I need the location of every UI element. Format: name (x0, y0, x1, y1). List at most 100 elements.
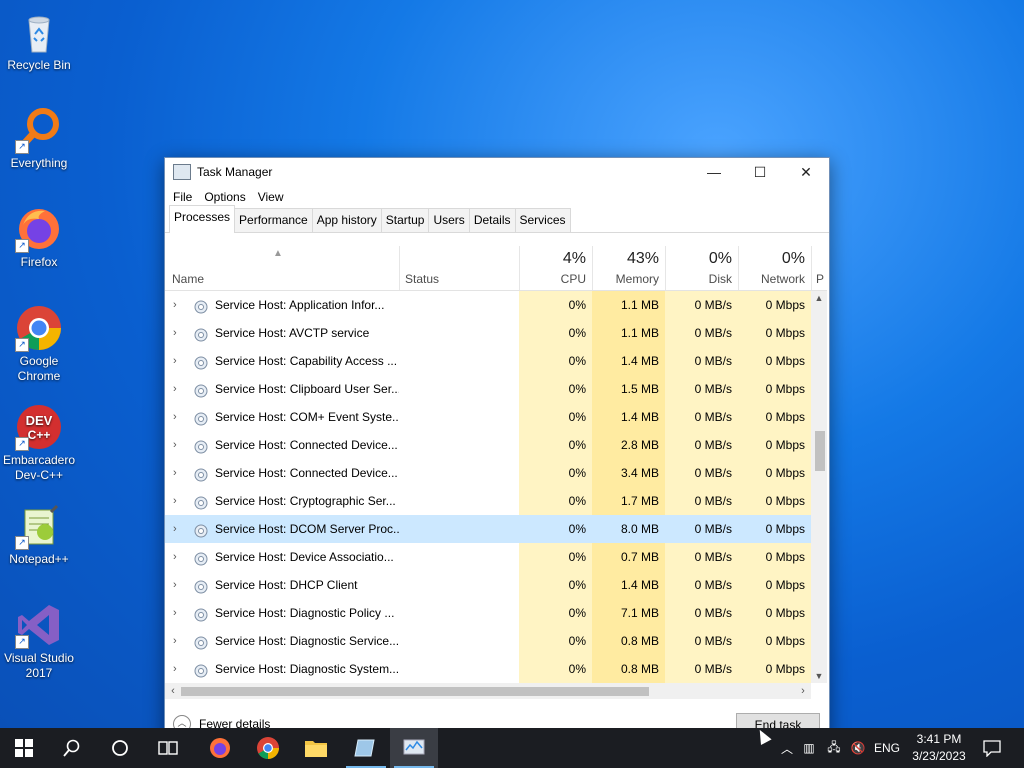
expand-chevron-icon[interactable]: › (173, 599, 183, 627)
desktop-icon-google-chrome[interactable]: ↗ Google Chrome (0, 304, 78, 384)
taskbar-file-explorer[interactable] (292, 728, 340, 768)
cortana-button[interactable] (96, 728, 144, 768)
table-row[interactable]: › Service Host: DCOM Server Proc... 0% 8.0 … (165, 515, 811, 543)
column-name[interactable]: ▲ Name (165, 246, 400, 290)
close-button[interactable]: ✕ (783, 158, 829, 186)
start-button[interactable] (0, 728, 48, 768)
table-row[interactable]: › Service Host: COM+ Event Syste... 0% 1.4 … (165, 403, 811, 431)
title-bar[interactable]: Task Manager — ☐ ✕ (165, 158, 829, 186)
horizontal-scroll-thumb[interactable] (181, 687, 649, 696)
expand-chevron-icon[interactable]: › (173, 431, 183, 459)
expand-chevron-icon[interactable]: › (173, 291, 183, 319)
network-icon[interactable]: 🖧 (822, 738, 846, 759)
process-memory: 8.0 MB (592, 515, 665, 543)
expand-chevron-icon[interactable]: › (173, 543, 183, 571)
table-row[interactable]: › Service Host: Capability Access ... 0% 1.… (165, 347, 811, 375)
process-cpu: 0% (519, 571, 592, 599)
task-view-button[interactable] (144, 728, 192, 768)
process-network: 0 Mbps (738, 599, 811, 627)
gear-icon (193, 577, 209, 594)
minimize-button[interactable]: — (691, 158, 737, 186)
tab-services[interactable]: Services (514, 208, 571, 232)
menu-options[interactable]: Options (198, 190, 251, 204)
tab-startup[interactable]: Startup (380, 208, 430, 232)
taskbar-app-window[interactable] (342, 728, 390, 768)
menu-view[interactable]: View (252, 190, 290, 204)
table-row[interactable]: › Service Host: Diagnostic Policy ... 0% 7.… (165, 599, 811, 627)
table-row[interactable]: › Service Host: Application Infor... 0% 1.1… (165, 291, 811, 319)
column-cpu[interactable]: 4% CPU (519, 246, 593, 290)
desktop-icon-label: Everything (10, 156, 68, 170)
desktop-icon-visual-studio[interactable]: ↗ Visual Studio 2017 (0, 601, 78, 681)
tab-performance[interactable]: Performance (234, 208, 313, 232)
input-indicator-icon[interactable]: ▥ (796, 741, 822, 755)
process-memory: 1.5 MB (592, 375, 665, 403)
process-cpu: 0% (519, 599, 592, 627)
column-status[interactable]: Status (399, 246, 520, 290)
disk-total: 0% (708, 250, 732, 267)
table-row[interactable]: › Service Host: Diagnostic System... 0% 0.8… (165, 655, 811, 683)
chrome-icon (257, 737, 279, 759)
scroll-down-icon[interactable]: ▼ (811, 671, 827, 681)
chevron-up-icon[interactable]: ︿ (778, 740, 796, 757)
desktop-icon-devcpp[interactable]: DEV C++ ↗ Embarcadero Dev-C++ (0, 403, 78, 483)
process-name: Service Host: DCOM Server Proc... (215, 522, 399, 536)
process-cpu: 0% (519, 515, 592, 543)
column-memory[interactable]: 43% Memory (592, 246, 666, 290)
taskbar-task-manager[interactable] (390, 728, 438, 768)
table-row[interactable]: › Service Host: AVCTP service 0% 1.1 MB 0 MB… (165, 319, 811, 347)
gear-icon (193, 297, 209, 314)
taskbar-firefox[interactable] (196, 728, 244, 768)
desktop-icon-everything[interactable]: ↗ Everything (0, 106, 78, 171)
expand-chevron-icon[interactable]: › (173, 403, 183, 431)
notifications-button[interactable] (968, 728, 1016, 768)
table-row[interactable]: › Service Host: Device Associatio... 0% 0.7… (165, 543, 811, 571)
shortcut-arrow-icon: ↗ (15, 338, 29, 352)
tab-users[interactable]: Users (428, 208, 470, 232)
sort-up-icon: ▲ (273, 248, 283, 259)
expand-chevron-icon[interactable]: › (173, 487, 183, 515)
tab-app-history[interactable]: App history (311, 208, 382, 232)
desktop-icon-label: Notepad++ (9, 552, 69, 566)
language-indicator[interactable]: ENG (870, 741, 904, 755)
expand-chevron-icon[interactable]: › (173, 655, 183, 683)
column-disk[interactable]: 0% Disk (665, 246, 739, 290)
process-disk: 0 MB/s (665, 543, 738, 571)
expand-chevron-icon[interactable]: › (173, 319, 183, 347)
expand-chevron-icon[interactable]: › (173, 571, 183, 599)
expand-chevron-icon[interactable]: › (173, 375, 183, 403)
clock[interactable]: 3:41 PM 3/23/2023 (906, 731, 972, 765)
clock-date: 3/23/2023 (912, 749, 966, 763)
expand-chevron-icon[interactable]: › (173, 515, 183, 543)
tab-processes[interactable]: Processes (169, 205, 236, 233)
process-memory: 7.1 MB (592, 599, 665, 627)
desktop-icon-firefox[interactable]: ↗ Firefox (0, 205, 78, 270)
expand-chevron-icon[interactable]: › (173, 347, 183, 375)
table-row[interactable]: › Service Host: Cryptographic Ser... 0% 1.7… (165, 487, 811, 515)
everything-search-icon: ↗ (15, 106, 63, 154)
scroll-right-icon[interactable]: › (795, 683, 811, 699)
column-power[interactable]: P (811, 246, 827, 290)
desktop-icon-recycle-bin[interactable]: Recycle Bin (0, 8, 78, 73)
table-row[interactable]: › Service Host: Clipboard User Ser... 0% 1.… (165, 375, 811, 403)
table-row[interactable]: › Service Host: Connected Device... 0% 2.8 … (165, 431, 811, 459)
maximize-button[interactable]: ☐ (737, 158, 783, 186)
taskbar-chrome[interactable] (244, 728, 292, 768)
search-button[interactable] (48, 728, 96, 768)
scroll-left-icon[interactable]: ‹ (165, 683, 181, 699)
column-network[interactable]: 0% Network (738, 246, 812, 290)
table-row[interactable]: › Service Host: Diagnostic Service... 0% 0.… (165, 627, 811, 655)
expand-chevron-icon[interactable]: › (173, 459, 183, 487)
table-row[interactable]: › Service Host: DHCP Client 0% 1.4 MB 0 MB/s… (165, 571, 811, 599)
vertical-scroll-thumb[interactable] (815, 431, 825, 471)
table-row[interactable]: › Service Host: Connected Device... 0% 3.4 … (165, 459, 811, 487)
menu-file[interactable]: File (167, 190, 198, 204)
expand-chevron-icon[interactable]: › (173, 627, 183, 655)
vertical-scrollbar[interactable]: ▲ ▼ (811, 291, 827, 683)
horizontal-scrollbar[interactable]: ‹ › (165, 683, 811, 699)
tab-details[interactable]: Details (468, 208, 516, 232)
desktop-icon-notepadpp[interactable]: ↗ Notepad++ (0, 502, 78, 567)
scroll-up-icon[interactable]: ▲ (811, 293, 827, 303)
volume-muted-icon[interactable]: 🔇 (846, 741, 870, 755)
process-disk: 0 MB/s (665, 627, 738, 655)
